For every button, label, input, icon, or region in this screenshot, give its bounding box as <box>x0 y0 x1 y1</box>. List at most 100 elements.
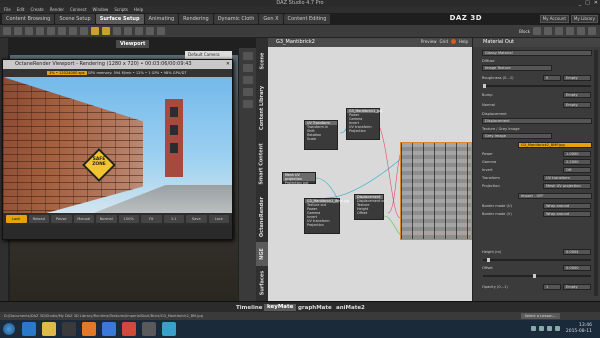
diffuse-select[interactable]: Image Texture <box>482 65 552 71</box>
tab-surfaces[interactable]: Surfaces <box>256 266 268 300</box>
transform-select[interactable]: UV transform <box>543 175 591 181</box>
network-icon[interactable] <box>547 326 552 331</box>
app-icon[interactable] <box>122 322 136 336</box>
opacity-value[interactable]: 1 <box>543 284 561 290</box>
daz-studio-icon[interactable] <box>142 322 156 336</box>
tab-smart-content[interactable]: Smart Content <box>256 136 268 192</box>
text-tool-icon[interactable] <box>157 27 165 35</box>
node-graph-canvas[interactable]: UV Transform Transform.in Shift Rotation… <box>268 38 472 301</box>
octane-lock2-button[interactable]: Lock <box>208 215 229 223</box>
record-icon[interactable] <box>450 39 456 44</box>
preview-toggle[interactable]: Preview <box>421 39 437 44</box>
bump-select[interactable]: Empty <box>563 92 591 98</box>
texture-file[interactable]: G3_Mantibrick2_BMP.jpg <box>518 142 592 148</box>
tab-animating[interactable]: Animating <box>144 14 179 24</box>
texture-preview-node[interactable] <box>400 142 472 240</box>
height-slider[interactable] <box>483 258 591 262</box>
height-value[interactable]: 0.0004 <box>563 249 591 255</box>
node-texture-bmp[interactable]: G3_Mantibrick2_Bmp.jpg Texture out Power… <box>304 198 349 234</box>
tab-content-browsing[interactable]: Content Browsing <box>2 14 55 24</box>
octane-close-icon[interactable]: ✕ <box>226 60 230 69</box>
offset-value[interactable]: 0.0000 <box>563 265 591 271</box>
node-texture-jpg[interactable]: G3_Mantibrick2_Jpg Power Gamma Invert UV… <box>346 108 382 140</box>
octane-save-button[interactable]: Save <box>186 215 207 223</box>
media-icon[interactable] <box>62 322 76 336</box>
tab-octanerender[interactable]: OctaneRender <box>256 192 268 242</box>
viewport-layout-icon[interactable] <box>533 27 541 35</box>
roughness-value[interactable]: 0 <box>543 75 561 81</box>
render-icon[interactable] <box>102 27 110 35</box>
help-button[interactable]: Help <box>459 39 468 44</box>
properties-scrollbar[interactable] <box>594 50 598 296</box>
select-tool-icon[interactable] <box>3 27 11 35</box>
minimize-button[interactable]: _ <box>579 0 582 7</box>
octane-pause-button[interactable]: Pause <box>51 215 72 223</box>
octane-1to1-button[interactable]: 1:1 <box>163 215 184 223</box>
word-icon[interactable] <box>102 322 116 336</box>
tab-content-editing[interactable]: Content Editing <box>283 14 331 24</box>
node-pin[interactable]: Scale <box>305 137 337 141</box>
joint-tool-icon[interactable] <box>69 27 77 35</box>
explorer-icon[interactable] <box>42 322 56 336</box>
octane-render-window[interactable]: OctaneRender Viewport - Rendering (1280 … <box>2 59 233 240</box>
lock-icon[interactable] <box>577 27 585 35</box>
draw-style-icon[interactable] <box>242 100 253 108</box>
volume-icon[interactable] <box>555 326 560 331</box>
displacement-select[interactable]: Displacement <box>482 118 592 124</box>
ie-icon[interactable] <box>22 322 36 336</box>
scale-tool-icon[interactable] <box>36 27 44 35</box>
tab-content-library[interactable]: Content Library <box>256 80 268 136</box>
app2-icon[interactable] <box>162 322 176 336</box>
tab-timeline[interactable]: Timeline <box>236 305 263 311</box>
tab-scene-setup[interactable]: Scene Setup <box>55 14 95 24</box>
rotate-tool-icon[interactable] <box>25 27 33 35</box>
tab-surface-setup[interactable]: Surface Setup <box>95 14 144 24</box>
tab-graphmate[interactable]: graphMate <box>298 305 332 311</box>
tray-icon[interactable] <box>539 326 544 331</box>
node-pin[interactable]: Offset <box>355 211 383 215</box>
orbit-icon[interactable] <box>242 52 253 60</box>
tab-rendering[interactable]: Rendering <box>179 14 213 24</box>
spot-render-icon[interactable] <box>113 27 121 35</box>
octane-zoom-button[interactable]: 100% <box>118 215 139 223</box>
power-value[interactable]: 1.0000 <box>563 151 591 157</box>
roughness-slider[interactable] <box>483 84 591 88</box>
camera-selector[interactable]: Default Camera <box>185 51 232 59</box>
import-export-button[interactable]: Import - OFF <box>518 193 592 199</box>
viewport-tab[interactable]: Viewport <box>116 40 150 48</box>
octane-lock-button[interactable]: Lock <box>6 215 27 223</box>
settings-icon[interactable] <box>566 27 574 35</box>
node-tool-icon[interactable] <box>58 27 66 35</box>
camera-tool-icon[interactable] <box>124 27 132 35</box>
gamma-value[interactable]: 2.2000 <box>563 159 591 165</box>
texture-select[interactable]: Grey Image <box>482 133 552 139</box>
surface-tool-icon[interactable] <box>80 27 88 35</box>
dolly-icon[interactable] <box>242 76 253 84</box>
octane-title-bar[interactable]: OctaneRender Viewport - Rendering (1280 … <box>3 60 232 69</box>
move-tool-icon[interactable] <box>14 27 22 35</box>
pan-icon[interactable] <box>242 64 253 72</box>
node-pin[interactable]: Projection <box>305 223 339 227</box>
node-displacement[interactable]: Displacement Displacement out Texture He… <box>354 194 387 220</box>
octane-fit-button[interactable]: Fit <box>141 215 162 223</box>
octane-reload-button[interactable]: Reload <box>28 215 49 223</box>
node-mesh-uv-projection[interactable]: Mesh UV projection Projection out <box>282 172 316 185</box>
perspective-icon[interactable] <box>544 27 552 35</box>
octane-manual-button[interactable]: Manual <box>73 215 94 223</box>
tab-animate2[interactable]: aniMate2 <box>336 305 365 311</box>
border-v-select[interactable]: Wrap around <box>543 211 591 217</box>
maximize-button[interactable]: □ <box>585 0 590 7</box>
tab-nge[interactable]: NGE <box>256 242 268 266</box>
aux-viewport-icon[interactable] <box>555 27 563 35</box>
universal-tool-icon[interactable] <box>47 27 55 35</box>
node-uv-transform[interactable]: UV Transform Transform.in Shift Rotation… <box>304 120 338 150</box>
grid-toggle[interactable]: Grid <box>439 39 447 44</box>
opacity-empty-select[interactable]: Empty <box>563 284 591 290</box>
tab-gen-x[interactable]: Gen X <box>259 14 283 24</box>
tab-keymate[interactable]: keyMate <box>264 304 297 311</box>
roughness-empty-select[interactable]: Empty <box>563 75 591 81</box>
normal-select[interactable]: Empty <box>563 102 591 108</box>
primitive-tool-icon[interactable] <box>146 27 154 35</box>
start-button-icon[interactable] <box>3 323 15 335</box>
pane-icon[interactable] <box>588 27 596 35</box>
